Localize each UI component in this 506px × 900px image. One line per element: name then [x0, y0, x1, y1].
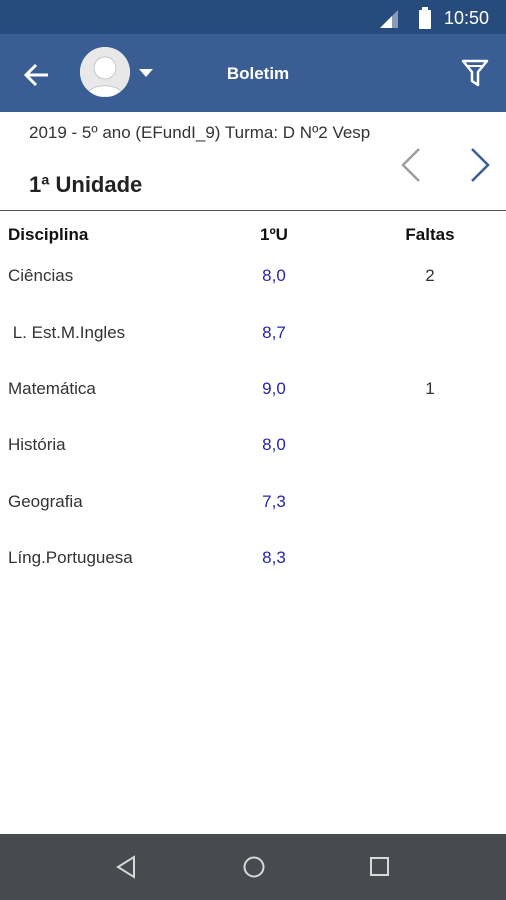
discipline-cell: L. Est.M.Ingles — [8, 323, 126, 342]
table-row: L. Est.M.Ingles 8,7 — [0, 323, 506, 353]
status-bar: 10:50 — [0, 0, 506, 34]
unit-title: 1ª Unidade — [29, 172, 143, 197]
status-time: 10:50 — [444, 8, 490, 28]
filter-button[interactable] — [461, 58, 489, 88]
grade-cell: 7,3 — [262, 492, 286, 511]
table-row: História 8,0 — [0, 435, 506, 465]
table-header: Disciplina 1ºU Faltas — [0, 211, 506, 257]
discipline-cell: Matemática — [8, 379, 96, 398]
grade-cell: 8,0 — [262, 435, 286, 454]
absences-cell: 1 — [425, 379, 435, 398]
system-nav-bar — [0, 834, 506, 900]
grade-cell: 8,7 — [262, 323, 286, 342]
triangle-back-icon — [116, 855, 135, 879]
circle-home-icon — [243, 856, 265, 878]
signal-icon — [380, 10, 398, 28]
header-discipline: Disciplina — [8, 225, 89, 244]
grades-table: Disciplina 1ºU Faltas Ciências 8,0 2 L. Es… — [0, 211, 506, 567]
filter-icon — [461, 59, 489, 87]
app-bar: Boletim — [0, 34, 506, 112]
page-title: Boletim — [226, 64, 290, 83]
discipline-cell: História — [8, 435, 66, 454]
table-row: Líng.Portuguesa 8,3 — [0, 548, 506, 578]
table-row: Matemática 9,0 1 — [0, 379, 506, 409]
class-info: 2019 - 5º ano (EFundI_9) Turma: D Nº2 Ve… — [0, 112, 506, 211]
next-unit-button[interactable] — [468, 145, 492, 185]
discipline-cell: Geografia — [8, 492, 83, 511]
previous-unit-button[interactable] — [399, 145, 423, 185]
grade-cell: 8,0 — [262, 266, 286, 285]
grade-cell: 8,3 — [262, 548, 286, 567]
square-recents-icon — [370, 857, 389, 876]
battery-icon — [419, 7, 431, 29]
discipline-cell: Ciências — [8, 266, 74, 285]
nav-home-button[interactable] — [241, 854, 267, 880]
absences-cell: 2 — [425, 266, 435, 285]
table-row: Ciências 8,0 2 — [0, 266, 506, 296]
table-row: Geografia 7,3 — [0, 492, 506, 522]
chevron-left-icon — [401, 148, 420, 182]
nav-back-button[interactable] — [114, 854, 140, 880]
grade-cell: 9,0 — [262, 379, 286, 398]
nav-recents-button[interactable] — [367, 854, 393, 880]
header-grade: 1ºU — [260, 225, 288, 244]
chevron-right-icon — [471, 148, 490, 182]
class-description: 2019 - 5º ano (EFundI_9) Turma: D Nº2 Ve… — [29, 123, 371, 142]
discipline-cell: Líng.Portuguesa — [8, 548, 133, 567]
header-absences: Faltas — [405, 225, 455, 244]
